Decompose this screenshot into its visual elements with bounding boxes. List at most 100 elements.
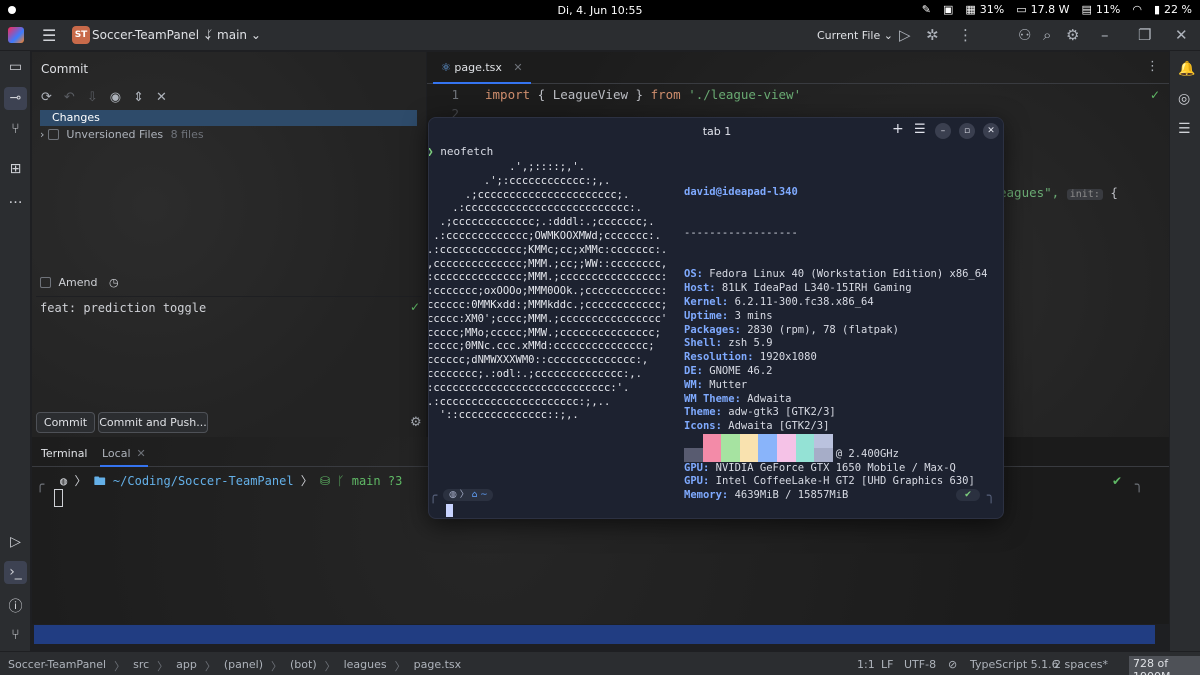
color-swatch: [814, 434, 833, 448]
memory-indicator[interactable]: 728 of 1900M: [1129, 656, 1200, 675]
info-row: Packages: 2830 (rpm), 78 (flatpak): [684, 324, 987, 338]
system-tray[interactable]: ✎ ▣ ▦ 31% ▭ 17.8 W ▤ 11% ◠ ▮ 22 %: [922, 3, 1192, 16]
terminal-tab-label: Local: [102, 447, 131, 460]
breadcrumb-separator: 〉: [114, 660, 126, 673]
terminal-prompt: ◍ 〉 🖿 ~/Coding/Soccer-TeamPanel 〉 ⛁ ᚴ ma…: [60, 474, 403, 488]
tray-item[interactable]: ▦ 31%: [965, 3, 1004, 16]
breadcrumb-item[interactable]: page.tsx: [414, 658, 462, 674]
menu-icon[interactable]: ☰: [914, 122, 926, 137]
shelve-icon[interactable]: ⇩: [87, 90, 98, 105]
file-encoding[interactable]: UTF-8: [904, 658, 936, 671]
tray-item[interactable]: ▮ 22 %: [1154, 3, 1192, 16]
code-line-1[interactable]: import { LeagueView } from './league-vie…: [485, 87, 801, 102]
branch-selector[interactable]: ᚴ main ⌄: [206, 28, 261, 42]
info-key: Host:: [684, 282, 716, 295]
unversioned-files-node[interactable]: › Unversioned Files 8 files: [40, 128, 204, 141]
power-icon: ▭: [1016, 3, 1027, 16]
ai-assistant-icon[interactable]: ◎: [1178, 91, 1190, 107]
project-badge[interactable]: ST: [72, 26, 90, 44]
blackbox-terminal-window[interactable]: tab 1 + ☰ – ▫ ✕ ❯ neofetch .',;::::;,'. …: [428, 117, 1004, 519]
git-icon[interactable]: ⑂: [7, 627, 24, 643]
expand-all-icon[interactable]: ⇕: [133, 90, 144, 105]
project-selector[interactable]: Soccer-TeamPanel ⌄: [92, 28, 213, 42]
collapse-all-icon[interactable]: ✕: [156, 90, 167, 105]
rollback-icon[interactable]: ↶: [64, 90, 75, 105]
tray-item[interactable]: ▭ 17.8 W: [1016, 3, 1069, 16]
minimize-icon[interactable]: –: [935, 123, 951, 139]
main-menu-icon[interactable]: ☰: [42, 26, 56, 45]
tray-item[interactable]: ✎: [922, 3, 931, 16]
breadcrumb-item[interactable]: leagues: [344, 658, 387, 674]
show-diff-icon[interactable]: ◉: [110, 90, 121, 105]
breadcrumb-item[interactable]: Soccer-TeamPanel: [8, 658, 106, 674]
close-icon[interactable]: ✕: [983, 123, 999, 139]
close-tab-icon[interactable]: ✕: [137, 447, 146, 460]
more-vertical-icon[interactable]: ⋮: [958, 26, 973, 44]
info-row: GPU: Intel CoffeeLake-H GT2 [UHD Graphic…: [684, 475, 987, 489]
webstorm-app-icon[interactable]: [8, 27, 24, 43]
color-swatch: [684, 448, 703, 462]
right-tool-strip: 🔔 ◎ ☰: [1169, 51, 1200, 651]
commit-options-gear-icon[interactable]: ⚙: [410, 415, 422, 430]
terminal-cursor[interactable]: [54, 489, 63, 507]
database-icon[interactable]: ☰: [1178, 121, 1191, 137]
pull-requests-icon[interactable]: ⑂: [7, 121, 24, 137]
run-config-selector[interactable]: Current File ⌄: [817, 29, 893, 42]
info-value: Intel CoffeeLake-H GT2 [UHD Graphics 630…: [709, 475, 975, 488]
settings-gear-icon[interactable]: ⚙: [1066, 26, 1079, 44]
close-icon[interactable]: ✕: [1175, 26, 1188, 44]
wifi-icon: ◠: [1132, 3, 1142, 16]
debug-icon[interactable]: ✲: [926, 26, 939, 44]
notifications-icon[interactable]: 🔔: [1178, 61, 1195, 77]
no-problems-check-icon[interactable]: ✓: [1150, 88, 1160, 102]
terminal-icon[interactable]: ›_: [4, 561, 27, 584]
import-names: { LeagueView }: [530, 87, 651, 102]
maximize-icon[interactable]: ▫: [959, 123, 975, 139]
search-icon[interactable]: ⌕: [1043, 26, 1051, 44]
tray-item[interactable]: ▤ 11%: [1082, 3, 1121, 16]
run-icon[interactable]: ▷: [899, 26, 911, 44]
info-row: DE: GNOME 46.2: [684, 365, 987, 379]
commit-tool-icon[interactable]: ⊸: [4, 87, 27, 110]
editor-tab-page-tsx[interactable]: ⚛ page.tsx ✕: [433, 52, 531, 84]
breadcrumb-item[interactable]: app: [176, 658, 197, 674]
memory-icon: ▤: [1081, 3, 1092, 16]
lock-icon[interactable]: ⊘: [948, 658, 957, 671]
refresh-icon[interactable]: ⟳: [41, 90, 52, 105]
more-vertical-icon[interactable]: ⋮: [1146, 59, 1159, 74]
minimize-icon[interactable]: –: [1101, 26, 1109, 44]
amend-checkbox[interactable]: [40, 277, 51, 288]
terminal-tab-local[interactable]: Local ✕: [100, 445, 148, 467]
problems-icon[interactable]: ⓘ: [7, 596, 24, 616]
breadcrumb-item[interactable]: (panel): [224, 658, 263, 674]
line-ending[interactable]: LF: [881, 658, 893, 671]
structure-icon[interactable]: ⊞: [7, 161, 24, 177]
amend-label[interactable]: Amend: [59, 276, 98, 289]
tray-item[interactable]: ◠: [1132, 3, 1142, 16]
color-swatch: [702, 434, 722, 448]
run-services-icon[interactable]: ▷: [7, 534, 24, 550]
language-version[interactable]: TypeScript 5.1.6: [970, 658, 1059, 671]
restore-icon[interactable]: ❐: [1138, 26, 1151, 44]
changes-node[interactable]: Changes: [40, 110, 417, 126]
tray-item[interactable]: ▣: [943, 3, 953, 16]
unversioned-checkbox[interactable]: [47, 129, 59, 140]
new-tab-icon[interactable]: +: [892, 121, 904, 137]
add-user-icon[interactable]: ⚇: [1018, 26, 1031, 44]
commit-message-input[interactable]: feat: prediction toggle: [36, 296, 422, 406]
caret-position[interactable]: 1:1: [857, 658, 875, 671]
breadcrumb-separator: 〉: [204, 660, 216, 673]
terminal-cursor[interactable]: [446, 504, 453, 517]
history-clock-icon[interactable]: ◷: [109, 276, 119, 289]
breadcrumb-item[interactable]: src: [133, 658, 149, 674]
indent-setting[interactable]: 2 spaces*: [1054, 658, 1108, 671]
project-folder-icon[interactable]: ▭: [7, 59, 24, 75]
close-tab-icon[interactable]: ✕: [513, 61, 522, 74]
commit-and-push-button[interactable]: Commit and Push...: [98, 412, 208, 433]
more-tools-icon[interactable]: …: [7, 191, 24, 207]
breadcrumb-separator: 〉: [324, 660, 336, 673]
breadcrumb-item[interactable]: (bot): [290, 658, 317, 674]
info-row: WM: Mutter: [684, 379, 987, 393]
commit-toolbar: ⟳ ↶ ⇩ ◉ ⇕ ✕: [41, 90, 167, 105]
commit-button[interactable]: Commit: [36, 412, 95, 433]
